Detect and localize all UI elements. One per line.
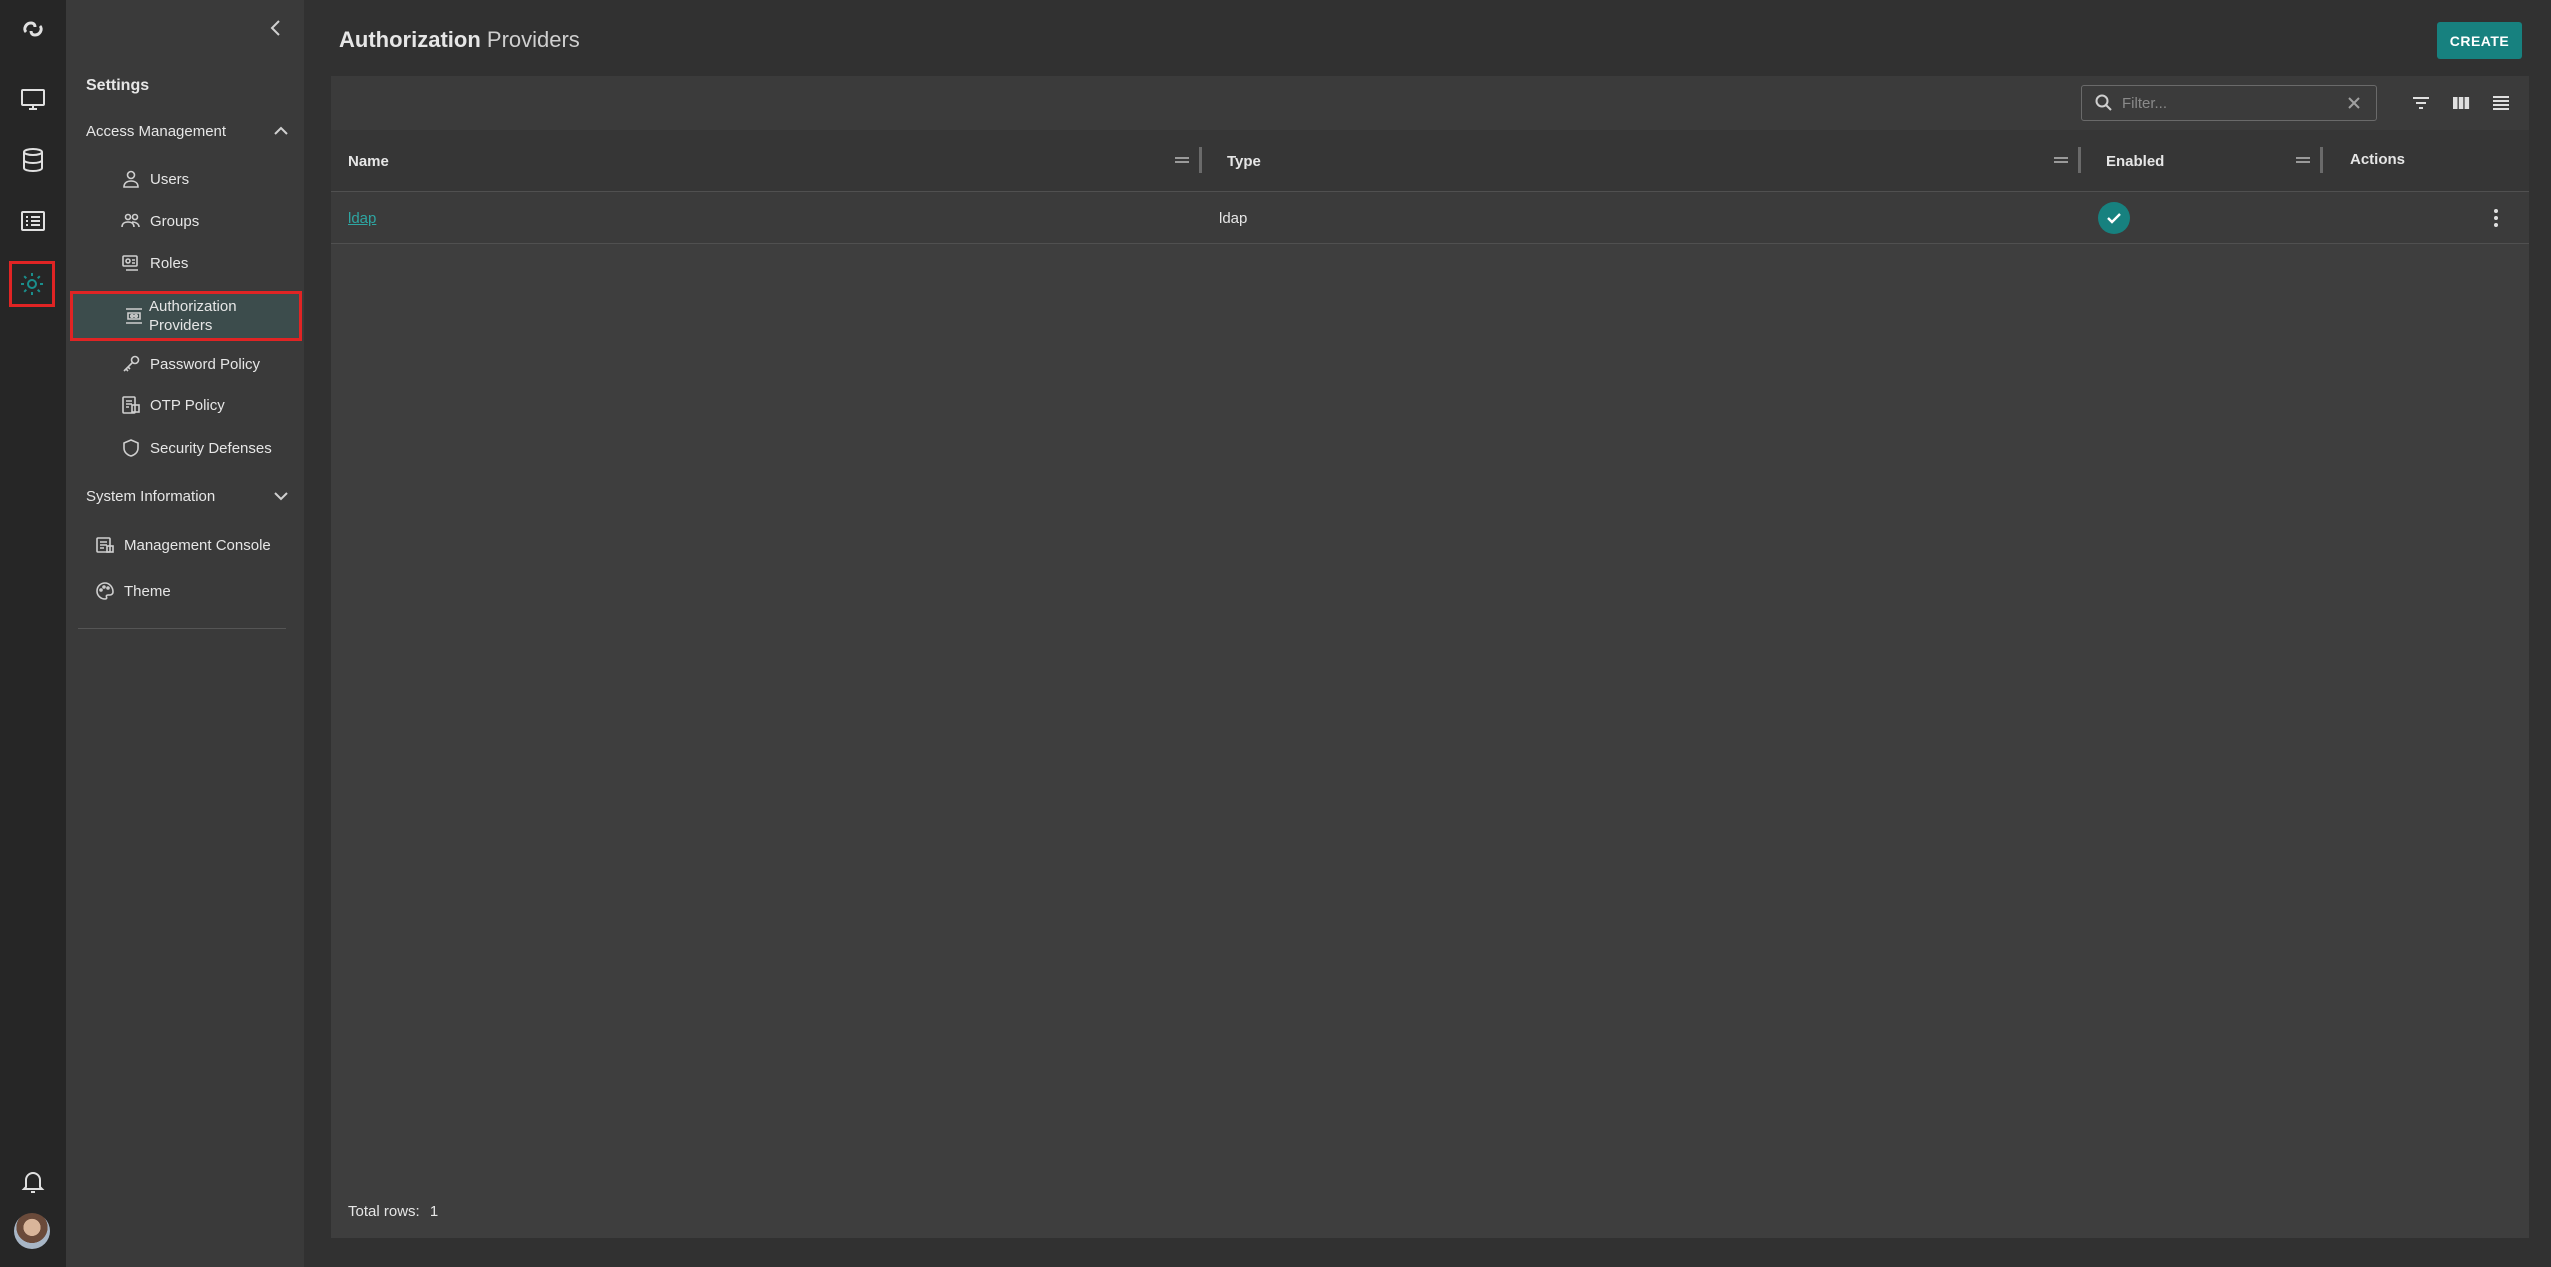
drag-handle-icon[interactable] <box>1174 152 1190 168</box>
section-system-information[interactable]: System Information <box>86 481 291 511</box>
avatar[interactable] <box>14 1213 50 1249</box>
filter-placeholder: Filter... <box>2122 94 2168 112</box>
key-icon <box>120 353 142 375</box>
table-row[interactable]: ldap ldap <box>331 192 2529 244</box>
page-title-light: Providers <box>486 27 580 52</box>
groups-icon <box>120 210 142 232</box>
sidebar-item-management-console[interactable]: Management Console <box>94 534 272 556</box>
column-header-type[interactable]: Type <box>1227 130 1261 192</box>
settings-panel: Settings Access Management Users Groups … <box>66 0 304 1267</box>
table-toolbar: Filter... <box>331 76 2529 130</box>
sidebar-item-label: Theme <box>124 582 171 600</box>
page-title: Authorization Providers <box>339 27 580 53</box>
density-icon[interactable] <box>2488 90 2514 116</box>
bell-icon[interactable] <box>10 1158 56 1204</box>
clear-filter-icon[interactable] <box>2344 93 2364 113</box>
divider <box>78 628 286 629</box>
shield-icon <box>120 437 142 459</box>
sidebar-item-theme[interactable]: Theme <box>94 580 272 602</box>
column-header-enabled[interactable]: Enabled <box>2106 130 2164 192</box>
sidebar-item-label: OTP Policy <box>150 396 225 414</box>
chevron-up-icon <box>274 126 288 135</box>
sidebar-item-authorization-providers[interactable]: Authorization Providers <box>70 291 302 341</box>
icon-rail <box>0 0 66 1267</box>
sidebar-item-groups[interactable]: Groups <box>120 210 298 232</box>
sidebar-item-label: Groups <box>150 212 200 230</box>
authorization-providers-icon <box>123 305 145 327</box>
cell-type: ldap <box>1219 209 1248 227</box>
sidebar-item-label: Password Policy <box>150 355 261 373</box>
provider-name-link[interactable]: ldap <box>348 210 376 227</box>
section-access-management[interactable]: Access Management <box>86 116 291 146</box>
kebab-menu-icon <box>2494 209 2498 227</box>
sidebar-item-label: Roles <box>150 254 189 272</box>
columns-icon[interactable] <box>2448 90 2474 116</box>
page-title-bold: Authorization <box>339 27 481 52</box>
chevron-left-icon <box>270 20 280 36</box>
sidebar-item-users[interactable]: Users <box>120 168 298 190</box>
column-resizer[interactable] <box>2320 147 2323 173</box>
cell-enabled <box>2098 192 2130 244</box>
user-icon <box>120 168 142 190</box>
column-header-name[interactable]: Name <box>348 130 389 192</box>
sidebar-item-label-line1: Authorization <box>149 298 237 315</box>
monitor-icon[interactable] <box>10 76 56 122</box>
panel-title: Settings <box>86 77 150 94</box>
enabled-check-icon <box>2098 202 2130 234</box>
search-icon <box>2095 94 2112 111</box>
section-label: System Information <box>86 487 216 505</box>
palette-icon <box>94 580 116 602</box>
sidebar-item-label: Security Defenses <box>150 439 272 457</box>
sidebar-item-label: Management Console <box>124 536 271 554</box>
row-actions-button[interactable] <box>2484 192 2508 244</box>
total-rows-value: 1 <box>429 1203 439 1220</box>
column-resizer[interactable] <box>1199 147 1202 173</box>
drag-handle-icon[interactable] <box>2053 152 2069 168</box>
gear-icon[interactable] <box>9 261 55 307</box>
create-button[interactable]: CREATE <box>2437 22 2522 59</box>
table-header: Name Type Enabled Actions <box>331 130 2529 192</box>
roles-icon <box>120 252 142 274</box>
sidebar-item-label-line2: Providers <box>149 317 213 334</box>
list-icon[interactable] <box>10 198 56 244</box>
providers-table-card: Filter... Name Type Enabled Actions ldap… <box>331 76 2529 1238</box>
section-label: Access Management <box>86 122 227 140</box>
total-rows-label: Total rows: <box>348 1203 420 1220</box>
filter-lines-icon[interactable] <box>2408 90 2434 116</box>
sidebar-item-security-defenses[interactable]: Security Defenses <box>120 437 298 459</box>
sidebar-item-roles[interactable]: Roles <box>120 252 298 274</box>
sidebar-item-password-policy[interactable]: Password Policy <box>120 353 298 375</box>
table-footer: Total rows: 1 <box>348 1203 438 1220</box>
database-icon[interactable] <box>10 137 56 183</box>
column-header-actions: Actions <box>2350 150 2406 168</box>
collapse-panel-button[interactable] <box>262 14 290 42</box>
otp-icon <box>120 394 142 416</box>
filter-input[interactable]: Filter... <box>2081 85 2377 121</box>
drag-handle-icon[interactable] <box>2295 152 2311 168</box>
console-icon <box>94 534 116 556</box>
cell-name[interactable]: ldap <box>348 192 376 244</box>
sidebar-item-otp-policy[interactable]: OTP Policy <box>120 394 298 416</box>
logo-icon[interactable] <box>10 6 56 52</box>
chevron-down-icon <box>274 492 288 501</box>
sidebar-item-label: Users <box>150 170 190 188</box>
column-resizer[interactable] <box>2078 147 2081 173</box>
